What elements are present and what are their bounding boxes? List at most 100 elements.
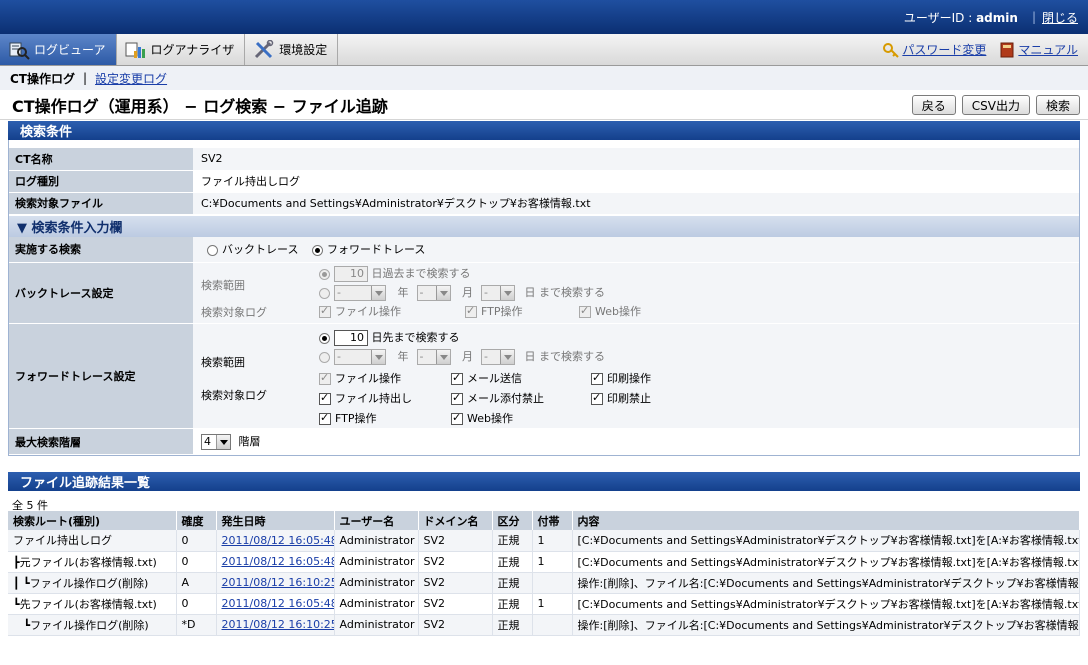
- input-section-header[interactable]: ▼ 検索条件入力欄: [9, 214, 1079, 237]
- domain-cell: SV2: [418, 593, 493, 615]
- forward-settings-row: フォワードトレース設定 検索範囲 検索対象ログ 10 日先まで検索する - 年-…: [9, 323, 1079, 429]
- accuracy-cell: *D: [176, 614, 217, 636]
- fw-print-ban-label: 印刷禁止: [607, 392, 651, 405]
- datetime-link[interactable]: 2011/08/12 16:10:25: [222, 576, 334, 589]
- backtrace-radio[interactable]: [207, 244, 218, 256]
- condition-row: ログ種別 ファイル持出しログ: [9, 170, 1079, 193]
- accuracy-cell: A: [176, 572, 217, 594]
- route-cell: ┣元ファイル(お客様情報.txt): [8, 551, 177, 573]
- fw-days-input[interactable]: 10: [334, 330, 368, 346]
- bt-web-op-checkbox[interactable]: [579, 304, 591, 318]
- category-cell: 正規: [492, 614, 533, 636]
- forward-settings-label: フォワードトレース設定: [9, 323, 193, 429]
- log-type-label: ログ種別: [9, 170, 193, 193]
- category-cell: 正規: [492, 593, 533, 615]
- subnav-current: CT操作ログ: [10, 71, 75, 86]
- day-suffix: 日 まで検索する: [524, 350, 606, 363]
- content-cell: 操作:[削除]、ファイル名:[C:¥Documents and Settings…: [572, 614, 1080, 636]
- top-bar: ユーザーID : admin | 閉じる: [0, 0, 1088, 34]
- content-cell: [C:¥Documents and Settings¥Administrator…: [572, 530, 1080, 552]
- input-table: 実施する検索 バックトレース フォワードトレース バックトレース設定 検索範囲 …: [9, 236, 1079, 455]
- max-level-select[interactable]: 4: [201, 434, 231, 450]
- col-attached[interactable]: 付帯: [532, 511, 573, 530]
- max-level-suffix: 階層: [238, 435, 261, 448]
- condition-row: CT名称 SV2: [9, 148, 1079, 171]
- separator: |: [1031, 10, 1036, 24]
- fw-month-select[interactable]: -: [416, 349, 451, 365]
- table-row: ┗先ファイル(お客様情報.txt) 0 2011/08/12 16:05:48 …: [8, 593, 1080, 615]
- backtrace-radio-label: バックトレース: [222, 243, 299, 257]
- search-conditions-header: 検索条件: [8, 121, 1080, 140]
- key-icon: [882, 41, 900, 59]
- close-link[interactable]: 閉じる: [1042, 9, 1078, 26]
- day-suffix: 日 まで検索する: [524, 286, 606, 299]
- tab-settings[interactable]: 環境設定: [245, 34, 339, 65]
- fw-year-select[interactable]: -: [334, 349, 386, 365]
- fw-web-op-checkbox[interactable]: [451, 411, 463, 425]
- back-button[interactable]: 戻る: [911, 95, 956, 115]
- bt-ftp-op-checkbox[interactable]: [465, 304, 477, 318]
- category-cell: 正規: [492, 572, 533, 594]
- attached-cell: 1: [532, 593, 573, 615]
- fw-mail-send-checkbox[interactable]: [451, 371, 463, 385]
- accuracy-cell: 0: [176, 551, 217, 573]
- bt-days-input[interactable]: 10: [334, 266, 368, 282]
- attached-cell: [532, 614, 573, 636]
- separator: |: [83, 71, 88, 85]
- tab-label: ログアナライザ: [150, 43, 235, 57]
- fw-ftp-op-checkbox[interactable]: [319, 411, 331, 425]
- fw-print-ban-checkbox[interactable]: [591, 391, 603, 405]
- manual-link[interactable]: マニュアル: [998, 41, 1078, 59]
- col-category[interactable]: 区分: [492, 511, 533, 530]
- results-panel: 全 5 件 検索ルート(種別) 確度 発生日時 ユーザー名 ドメイン名 区分 付…: [8, 491, 1080, 636]
- datetime-link[interactable]: 2011/08/12 16:05:48: [222, 597, 334, 610]
- bt-log-label: 検索対象ログ: [201, 306, 267, 319]
- col-accuracy[interactable]: 確度: [176, 511, 217, 530]
- fw-file-op-label: ファイル操作: [335, 372, 401, 385]
- attached-cell: [532, 572, 573, 594]
- bt-month-select[interactable]: -: [416, 285, 451, 301]
- datetime-link[interactable]: 2011/08/12 16:05:48: [222, 534, 334, 547]
- ct-name-label: CT名称: [9, 148, 193, 171]
- datetime-link[interactable]: 2011/08/12 16:05:48: [222, 555, 334, 568]
- route-cell: ファイル持出しログ: [8, 530, 177, 552]
- tab-log-analyzer[interactable]: ログアナライザ: [117, 34, 246, 65]
- results-header-row: 検索ルート(種別) 確度 発生日時 ユーザー名 ドメイン名 区分 付帯 内容: [8, 511, 1080, 530]
- target-file-value: C:¥Documents and Settings¥Administrator¥…: [193, 192, 1079, 215]
- col-user[interactable]: ユーザー名: [334, 511, 419, 530]
- fw-log-label: 検索対象ログ: [201, 389, 267, 402]
- fw-date-radio[interactable]: [319, 351, 330, 363]
- fw-file-op-checkbox[interactable]: [319, 371, 331, 385]
- bt-ftp-op-label: FTP操作: [481, 305, 523, 318]
- fw-mail-attach-label: メール添付禁止: [467, 392, 544, 405]
- bt-days-radio[interactable]: [319, 268, 330, 280]
- bt-file-op-checkbox[interactable]: [319, 304, 331, 318]
- fw-file-out-label: ファイル持出し: [335, 392, 412, 405]
- month-label: 月: [462, 286, 473, 299]
- subnav-config-log-link[interactable]: 設定変更ログ: [95, 70, 167, 87]
- table-row: ファイル持出しログ 0 2011/08/12 16:05:48 Administ…: [8, 530, 1080, 552]
- user-cell: Administrator: [334, 593, 419, 615]
- month-label: 月: [462, 350, 473, 363]
- search-button[interactable]: 検索: [1035, 95, 1080, 115]
- exec-search-label: 実施する検索: [9, 236, 193, 263]
- bt-year-select[interactable]: -: [334, 285, 386, 301]
- bt-web-op-label: Web操作: [595, 305, 641, 318]
- datetime-link[interactable]: 2011/08/12 16:10:25: [222, 618, 334, 631]
- csv-export-button[interactable]: CSV出力: [961, 95, 1030, 115]
- col-route[interactable]: 検索ルート(種別): [8, 511, 177, 530]
- fw-file-out-checkbox[interactable]: [319, 391, 331, 405]
- bt-date-radio[interactable]: [319, 287, 330, 299]
- col-datetime[interactable]: 発生日時: [216, 511, 335, 530]
- fw-day-select[interactable]: -: [481, 349, 515, 365]
- bt-day-select[interactable]: -: [481, 285, 515, 301]
- domain-cell: SV2: [418, 572, 493, 594]
- col-content[interactable]: 内容: [572, 511, 1080, 530]
- tab-log-viewer[interactable]: ログビューア: [0, 34, 117, 65]
- fw-days-radio[interactable]: [319, 332, 330, 344]
- forward-radio[interactable]: [311, 244, 323, 256]
- fw-print-op-checkbox[interactable]: [591, 371, 603, 385]
- password-change-link[interactable]: パスワード変更: [882, 41, 986, 59]
- fw-mail-attach-checkbox[interactable]: [451, 391, 463, 405]
- col-domain[interactable]: ドメイン名: [418, 511, 493, 530]
